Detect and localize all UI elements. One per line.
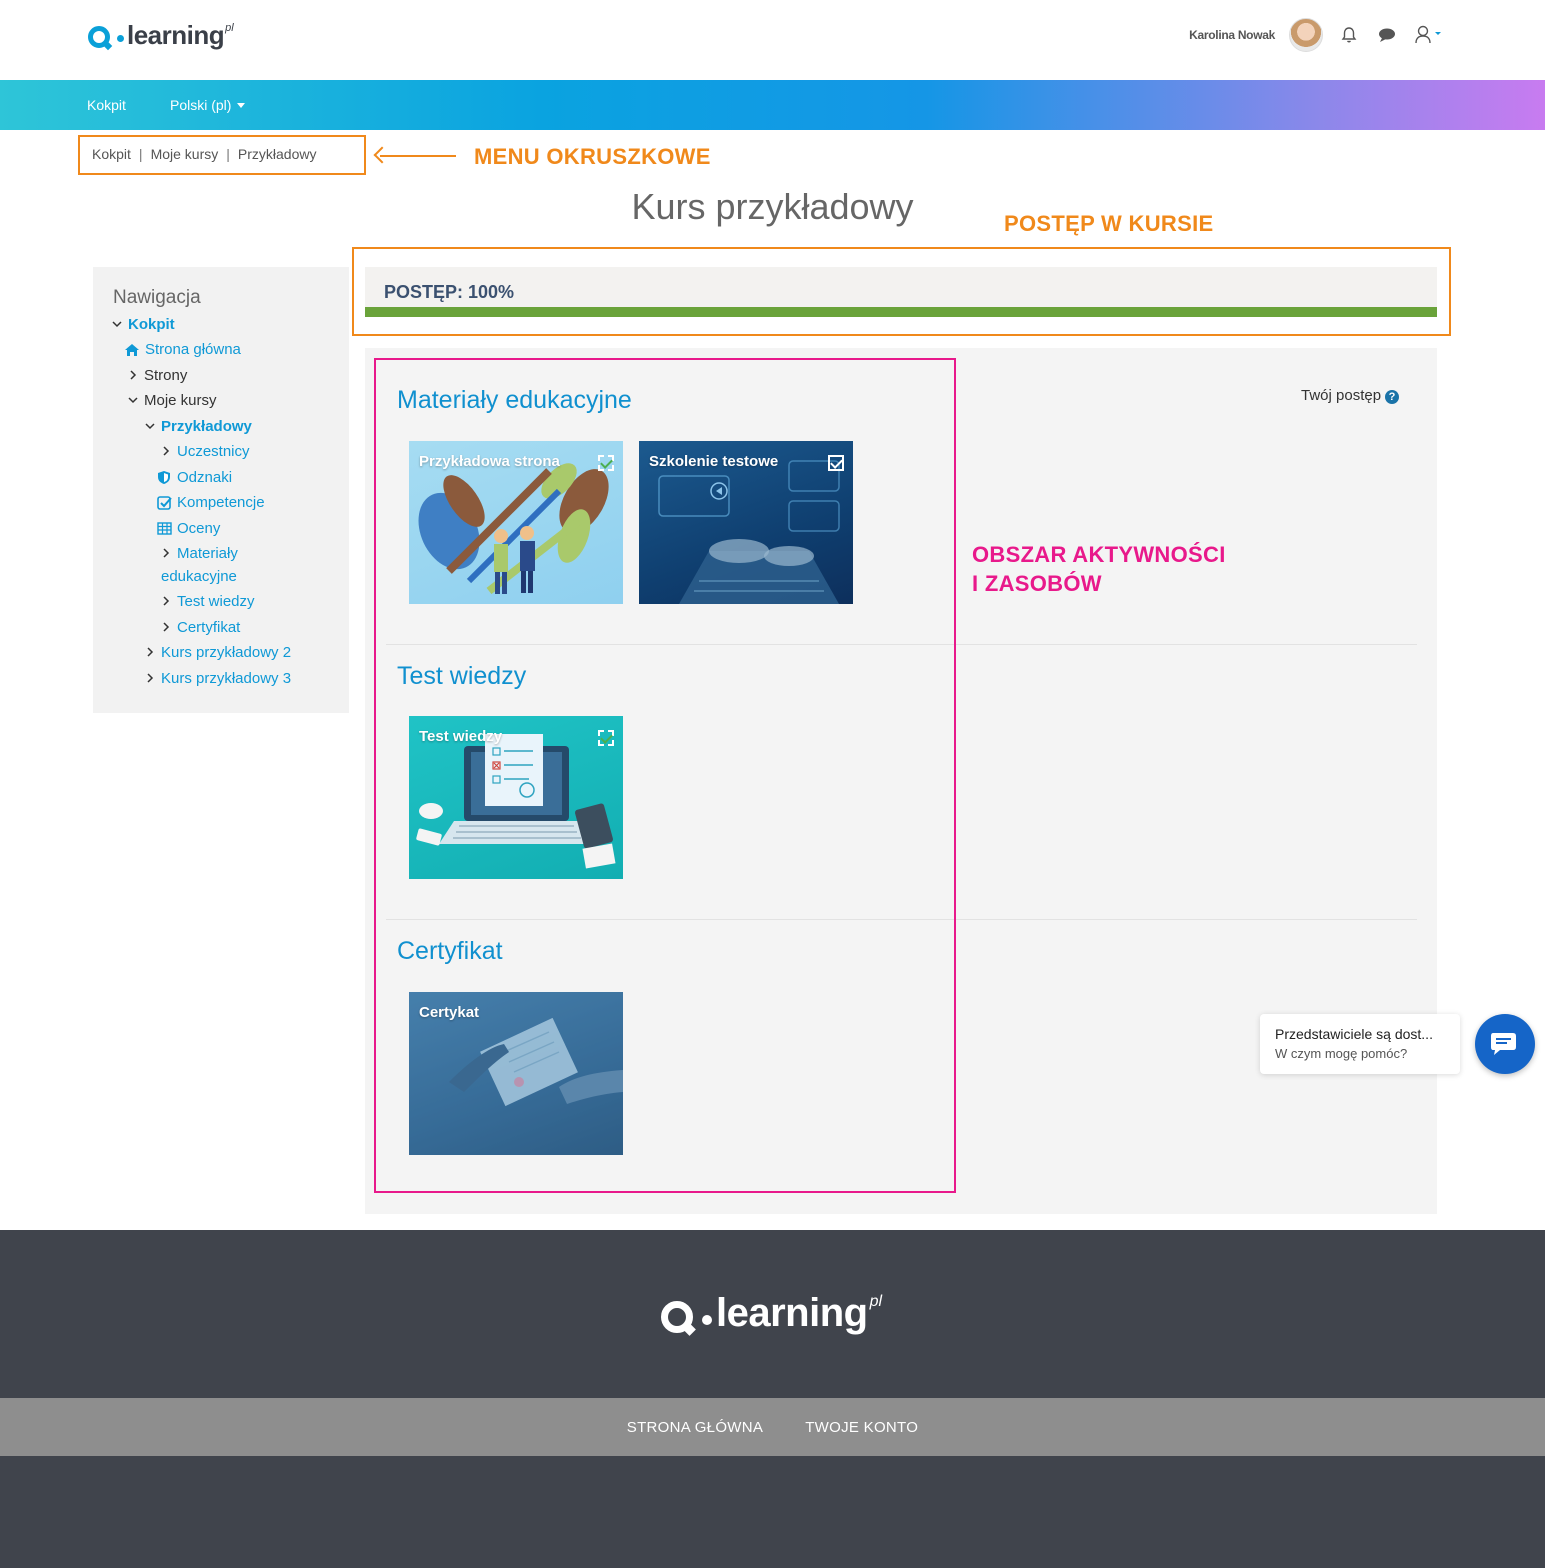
logo-suffix: pl <box>869 1293 883 1310</box>
chevron-right-icon <box>161 621 177 635</box>
sidebar-item-label: edukacyjne <box>161 568 237 585</box>
your-progress-label: Twój postęp ? <box>1301 387 1400 404</box>
logo-word: learning <box>127 20 225 50</box>
home-icon <box>124 342 140 358</box>
footer-logo[interactable]: learning pl <box>661 1293 882 1333</box>
chevron-down-icon <box>128 394 144 408</box>
help-icon[interactable]: ? <box>1385 390 1400 404</box>
sidebar-item-odznaki[interactable]: Odznaki <box>156 469 232 486</box>
chat-greeting-subtitle: W czym mogę pomóc? <box>1275 1046 1408 1061</box>
annotation-breadcrumb: MENU OKRUSZKOWE <box>474 144 711 169</box>
sidebar-item-moje-kursy[interactable]: Moje kursy <box>128 392 217 409</box>
sidebar-item-label: Kurs przykładowy 2 <box>161 644 292 661</box>
sidebar-item-strony[interactable]: Strony <box>128 367 187 384</box>
sidebar-item-label: Uczestnicy <box>177 443 250 460</box>
site-logo[interactable]: learning pl <box>88 22 234 48</box>
sidebar-item-strona-glowna[interactable]: Strona główna <box>124 341 241 358</box>
chevron-right-icon <box>145 646 161 660</box>
sidebar-item-label: Kokpit <box>128 316 175 333</box>
footer-link-account[interactable]: TWOJE KONTO <box>805 1419 918 1436</box>
logo-suffix: pl <box>225 22 234 34</box>
logo-q-mark <box>661 1301 693 1333</box>
chat-bubble-icon[interactable] <box>1375 23 1399 47</box>
user-menu-icon[interactable] <box>1413 23 1445 47</box>
table-icon <box>156 521 172 537</box>
chevron-down-icon <box>145 420 161 434</box>
chevron-right-icon <box>145 672 161 686</box>
progress-label: POSTĘP: 100% <box>384 282 515 302</box>
logo-q-mark <box>88 26 110 48</box>
caret-down-icon <box>237 103 246 108</box>
sidebar-item-label: Materiały <box>177 545 238 562</box>
sidebar-item-label: Strony <box>144 367 188 384</box>
sidebar-item-przykladowy[interactable]: Przykładowy <box>145 418 252 435</box>
chevron-right-icon <box>161 445 177 459</box>
logo-dot <box>117 35 124 42</box>
sidebar-item-materialy[interactable]: Materiały <box>161 545 238 562</box>
sidebar-item-label: Certyfikat <box>177 619 241 636</box>
user-area: Karolina Nowak <box>1189 18 1445 52</box>
sidebar-item-certyfikat[interactable]: Certyfikat <box>161 619 240 636</box>
bell-icon[interactable] <box>1337 23 1361 47</box>
language-dropdown[interactable]: Polski (pl) <box>170 97 246 113</box>
top-header: learning pl Karolina Nowak <box>0 0 1545 80</box>
activity-highlight-frame <box>374 358 956 1193</box>
sidebar-item-kokpit[interactable]: Kokpit <box>112 316 175 333</box>
breadcrumb-separator: | <box>226 146 230 162</box>
sidebar-item-label: Kurs przykładowy 3 <box>161 670 292 687</box>
breadcrumb-separator: | <box>138 146 143 162</box>
chevron-right-icon <box>161 595 177 609</box>
sidebar-item-label: Odznaki <box>177 469 233 486</box>
sidebar-item-kurs-2[interactable]: Kurs przykładowy 2 <box>145 644 291 661</box>
chat-launcher-button[interactable] <box>1475 1014 1535 1074</box>
breadcrumb: Kokpit | Moje kursy | Przykładowy <box>92 146 316 162</box>
main-navbar: Kokpit Polski (pl) <box>0 80 1545 130</box>
sidebar-item-label: Moje kursy <box>144 392 217 409</box>
chevron-down-icon <box>112 318 128 332</box>
annotation-activity: OBSZAR AKTYWNOŚCI I ZASOBÓW <box>972 540 1226 598</box>
sidebar-item-uczestnicy[interactable]: Uczestnicy <box>161 443 250 460</box>
page-title: Kurs przykładowy <box>631 186 914 227</box>
avatar[interactable] <box>1289 18 1323 52</box>
sidebar-item-label: Przykładowy <box>161 418 252 435</box>
shield-icon <box>156 470 172 486</box>
progress-bar <box>365 307 1437 317</box>
sidebar-item-label: Test wiedzy <box>177 593 255 610</box>
chevron-right-icon <box>161 547 177 561</box>
sidebar-item-test-wiedzy[interactable]: Test wiedzy <box>161 593 255 610</box>
annotation-arrow-head-icon <box>373 146 391 164</box>
breadcrumb-item-moje-kursy[interactable]: Moje kursy <box>151 146 219 162</box>
progress-bar-fill <box>365 307 1437 317</box>
logo-word: learning <box>716 1291 868 1335</box>
sidebar-item-label: Strona główna <box>145 341 241 358</box>
annotation-arrow-line <box>380 155 456 157</box>
chat-icon <box>1491 1033 1516 1055</box>
footer-link-home[interactable]: STRONA GŁÓWNA <box>627 1419 763 1436</box>
chat-greeting-title: Przedstawiciele są dost... <box>1275 1026 1433 1042</box>
annotation-progress: POSTĘP W KURSIE <box>1004 211 1214 236</box>
check-square-icon <box>156 495 172 511</box>
chat-greeting-bubble[interactable]: Przedstawiciele są dost... W czym mogę p… <box>1260 1014 1460 1074</box>
sidebar-item-materialy-line2[interactable]: edukacyjne <box>161 568 237 585</box>
breadcrumb-item-current[interactable]: Przykładowy <box>238 146 317 162</box>
annotation-activity-line1: OBSZAR AKTYWNOŚCI <box>972 542 1226 567</box>
sidebar-item-label: Kompetencje <box>177 494 265 511</box>
logo-dot <box>702 1315 712 1325</box>
sidebar-item-kurs-3[interactable]: Kurs przykładowy 3 <box>145 670 291 687</box>
footer-links: STRONA GŁÓWNA TWOJE KONTO <box>0 1398 1545 1456</box>
sidebar-item-label: Oceny <box>177 520 221 537</box>
breadcrumb-item-kokpit[interactable]: Kokpit <box>92 146 131 162</box>
annotation-activity-line2: I ZASOBÓW <box>972 571 1102 596</box>
nav-item-kokpit[interactable]: Kokpit <box>87 97 126 113</box>
language-label: Polski (pl) <box>170 97 232 113</box>
your-progress-text: Twój postęp <box>1301 387 1382 404</box>
chevron-right-icon <box>128 369 144 383</box>
sidebar-title: Nawigacja <box>113 287 201 308</box>
user-name[interactable]: Karolina Nowak <box>1189 28 1275 42</box>
sidebar-item-kompetencje[interactable]: Kompetencje <box>156 494 265 511</box>
sidebar-item-oceny[interactable]: Oceny <box>156 520 220 537</box>
